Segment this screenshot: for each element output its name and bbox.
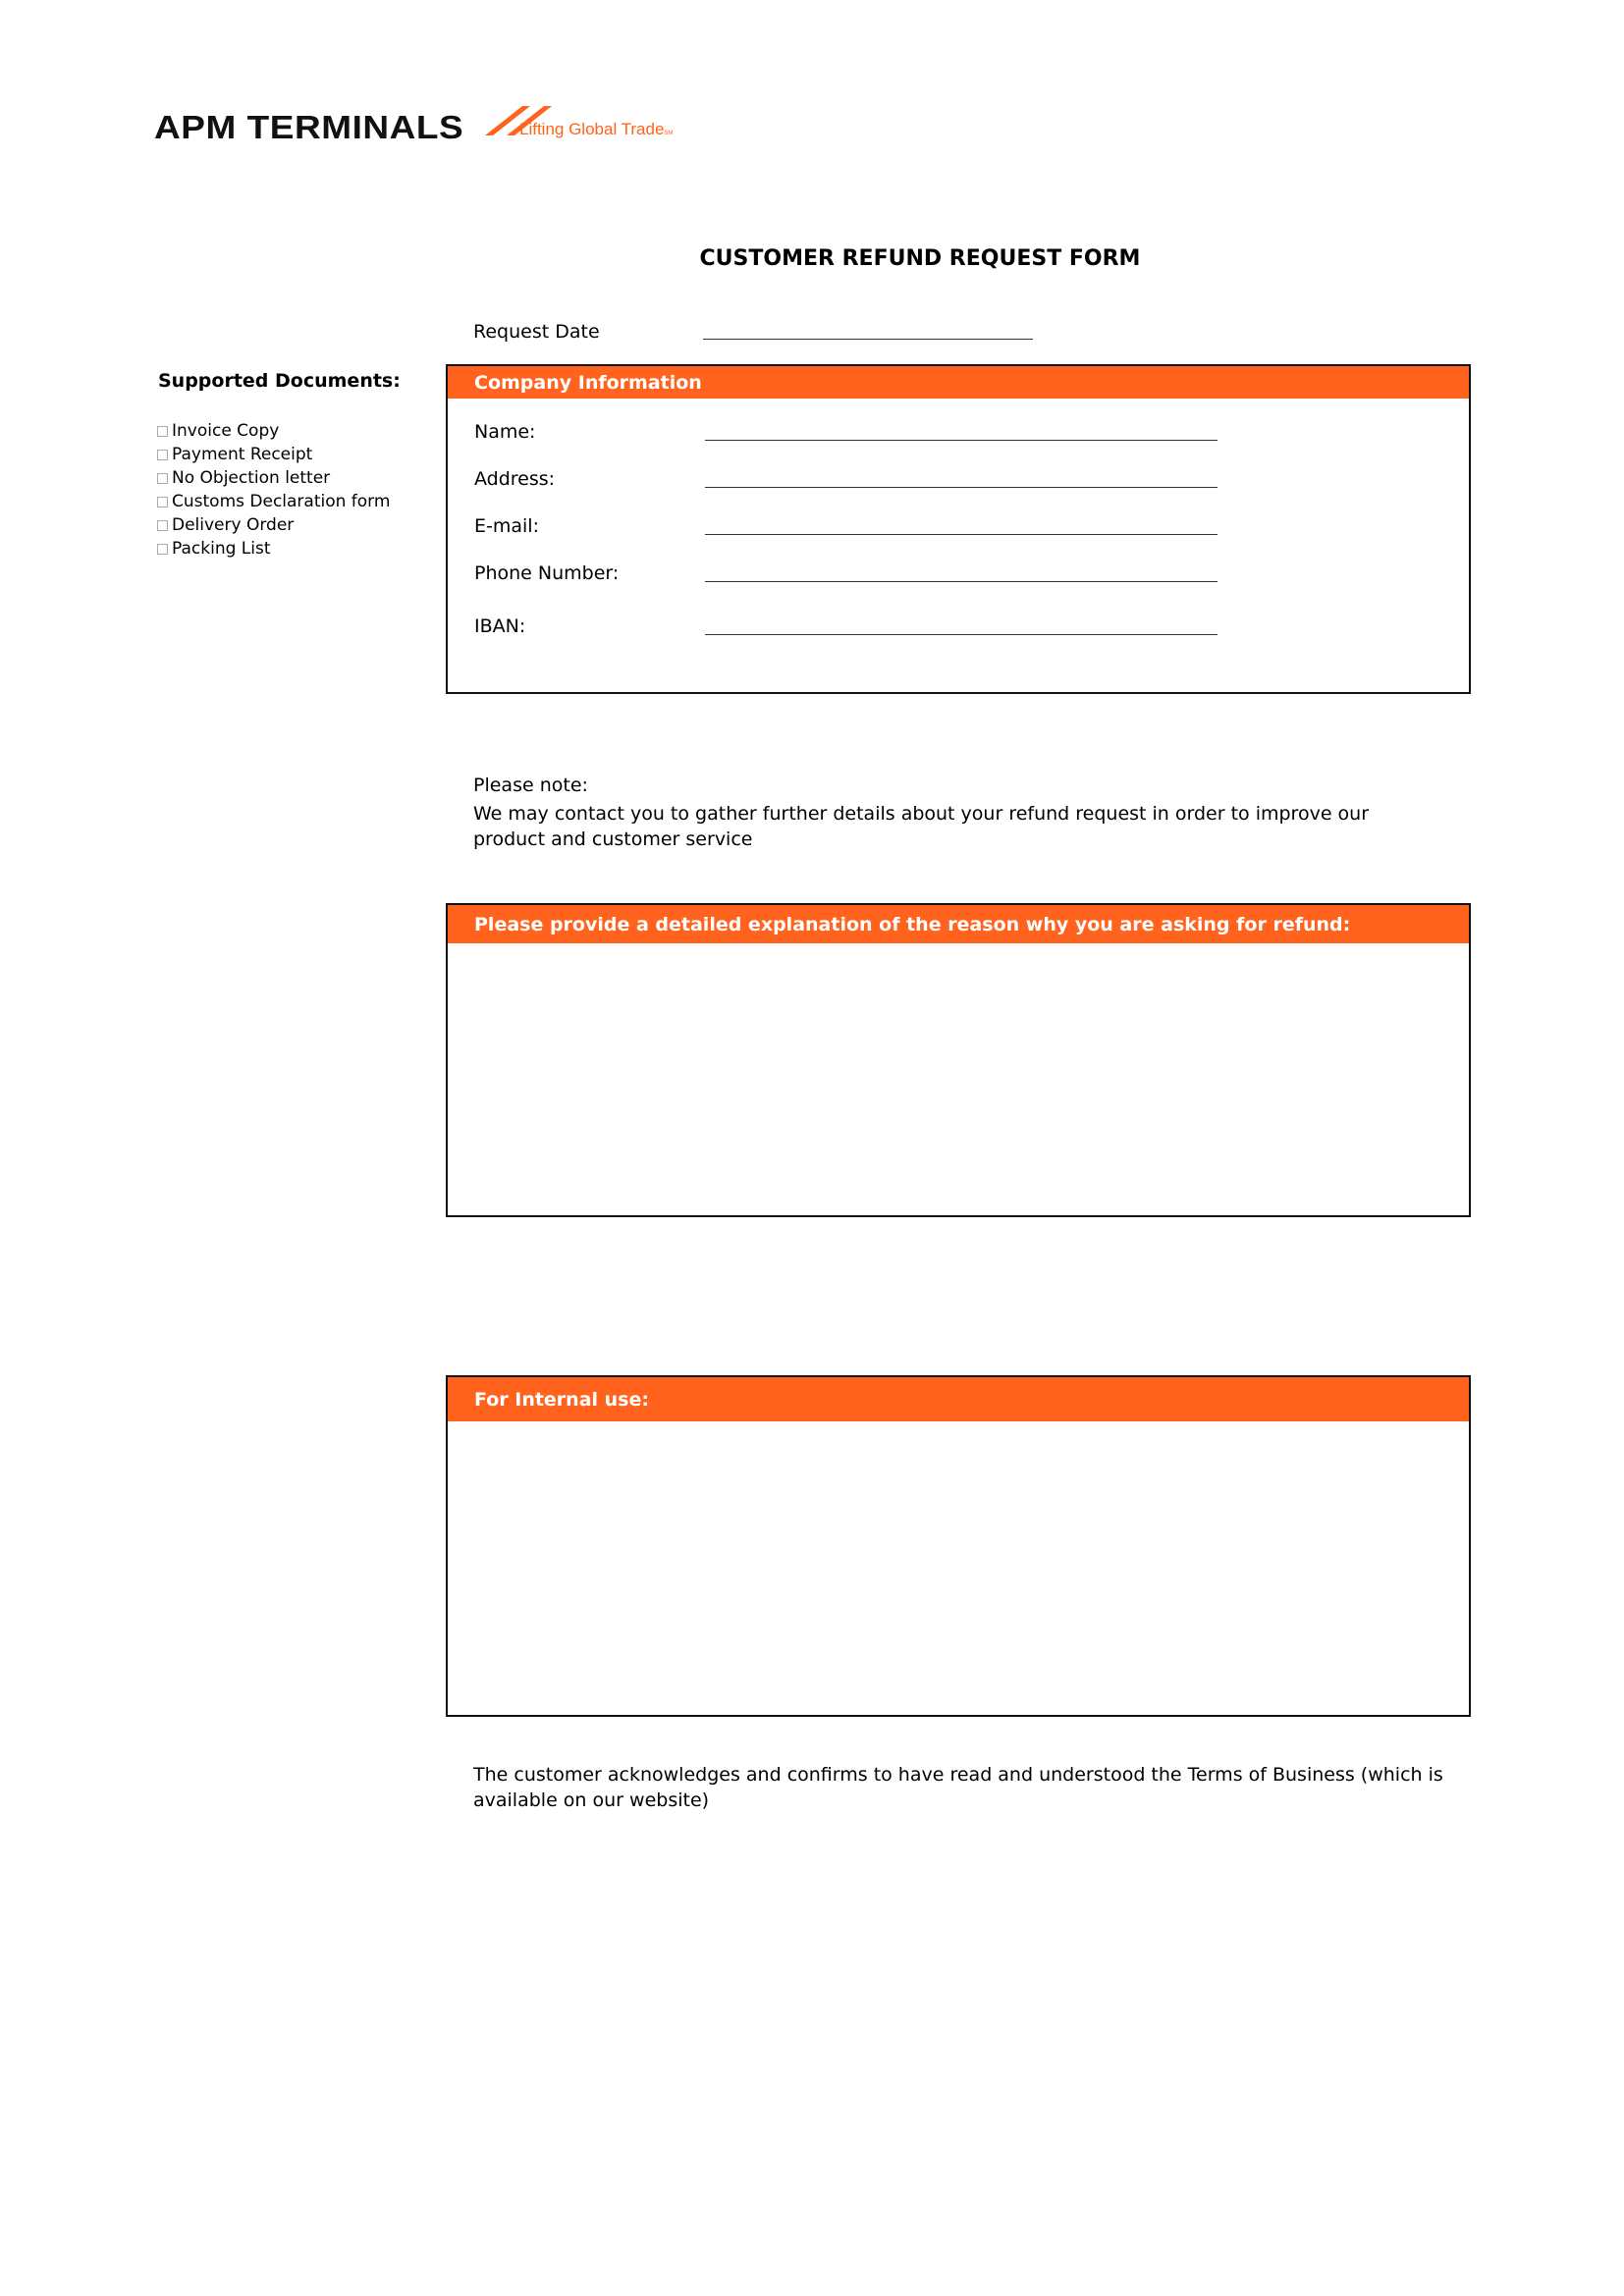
request-date-label: Request Date [473,321,600,343]
document-item[interactable]: No Objection letter [157,466,390,490]
email-field[interactable] [705,534,1218,535]
address-field[interactable] [705,487,1218,488]
logo-wordmark: APM TERMINALS [154,109,464,145]
email-label: E-mail: [474,515,539,537]
address-label: Address: [474,468,556,490]
checkbox-icon[interactable] [157,543,168,555]
checkbox-icon[interactable] [157,519,168,531]
explanation-header: Please provide a detailed explanation of… [448,905,1469,943]
logo-tagline: Lifting Global TradeSM [519,120,674,138]
checkbox-icon[interactable] [157,472,168,484]
name-field[interactable] [705,440,1218,441]
document-item[interactable]: Payment Receipt [157,443,390,466]
checkbox-icon[interactable] [157,496,168,507]
iban-label: IBAN: [474,615,526,637]
checkbox-icon[interactable] [157,425,168,437]
internal-use-section: For Internal use: [446,1375,1471,1717]
iban-field[interactable] [705,634,1218,635]
supported-documents-title: Supported Documents: [158,370,401,392]
name-label: Name: [474,421,536,443]
internal-use-area [448,1421,1469,1713]
explanation-textarea[interactable] [448,943,1469,1213]
acknowledgement-text: The customer acknowledges and confirms t… [473,1764,1443,1811]
company-information-section: Company Information Name: Address: E-mai… [446,364,1471,694]
company-information-header: Company Information [448,366,1469,399]
document-item[interactable]: Customs Declaration form [157,490,390,513]
note-text: We may contact you to gather further det… [473,803,1370,850]
note-title: Please note: [473,774,588,796]
internal-use-header: For Internal use: [448,1377,1469,1421]
supported-documents-list: Invoice Copy Payment Receipt No Objectio… [157,419,390,561]
document-item[interactable]: Packing List [157,537,390,561]
document-item[interactable]: Invoice Copy [157,419,390,443]
phone-number-field[interactable] [705,581,1218,582]
company-logo: APM TERMINALS Lifting Global TradeSM [154,104,673,143]
document-item[interactable]: Delivery Order [157,513,390,537]
page-title: CUSTOMER REFUND REQUEST FORM [699,246,1141,271]
request-date-field[interactable] [703,339,1033,340]
explanation-section: Please provide a detailed explanation of… [446,903,1471,1217]
phone-number-label: Phone Number: [474,562,620,584]
checkbox-icon[interactable] [157,449,168,460]
